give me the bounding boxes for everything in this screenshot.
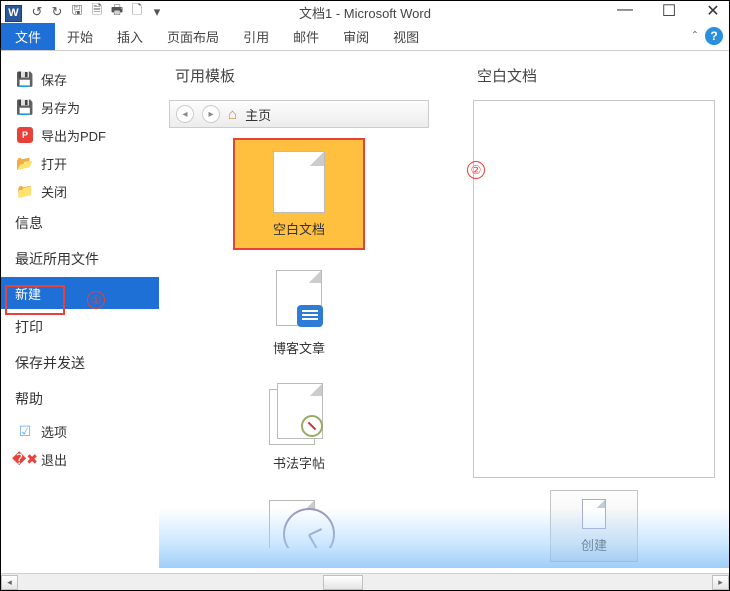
window-controls: ― ☐ ✕	[615, 1, 723, 21]
tab-insert[interactable]: 插入	[105, 23, 155, 50]
sidebar-item-label: 保存	[41, 70, 67, 89]
exit-icon: �✖	[17, 451, 33, 467]
sidebar-item-label: 另存为	[41, 98, 80, 117]
saveas-disk-icon: 💾	[17, 99, 33, 115]
sidebar-item-open[interactable]: 📂 打开	[1, 149, 159, 177]
titlebar: W ↺ ↻ 🖫 🗎 🖶 🗋 ▾ 文档1 - Microsoft Word ― ☐…	[1, 1, 729, 23]
quick-access-toolbar: ↺ ↻ 🖫 🗎 🖶 🗋 ▾	[30, 5, 164, 19]
ribbon-tabs: 文件 开始 插入 页面布局 引用 邮件 审阅 视图 ˆ ?	[1, 23, 729, 51]
template-item-recent[interactable]	[239, 496, 359, 548]
sidebar-item-label: 选项	[41, 422, 67, 441]
sidebar-item-new[interactable]: 新建	[1, 277, 159, 309]
calligraphy-thumb	[269, 381, 329, 445]
ribbon-minimize-icon[interactable]: ˆ	[693, 29, 697, 43]
app-word-icon: W	[5, 5, 22, 22]
sidebar-item-saveas[interactable]: 💾 另存为	[1, 93, 159, 121]
template-label: 博客文章	[273, 338, 325, 357]
template-item-calligraphy[interactable]: 书法字帖	[239, 381, 359, 472]
sidebar-item-send[interactable]: 保存并发送	[1, 345, 159, 381]
tab-layout[interactable]: 页面布局	[155, 23, 231, 50]
qat-dropdown-icon[interactable]: ▾	[150, 5, 164, 19]
preview-column: 空白文档 创建	[459, 51, 729, 572]
sidebar-item-options[interactable]: ☑ 选项	[1, 417, 159, 445]
clock-icon	[283, 508, 335, 548]
sidebar-item-label: 打开	[41, 154, 67, 173]
template-label: 书法字帖	[273, 453, 325, 472]
tab-home[interactable]: 开始	[55, 23, 105, 50]
sidebar-item-label: 退出	[41, 450, 67, 469]
nav-forward-button[interactable]: ▸	[202, 105, 220, 123]
undo-icon[interactable]: ↺	[30, 5, 44, 19]
blog-thumb	[269, 266, 329, 330]
template-list[interactable]: 空白文档 博客文章	[169, 138, 429, 548]
horizontal-scrollbar[interactable]: ◂ ▸	[1, 573, 729, 590]
template-item-blog[interactable]: 博客文章	[239, 266, 359, 357]
template-nav-bar: ◂ ▸ ⌂ 主页	[169, 100, 429, 128]
brush-icon	[301, 415, 323, 437]
sidebar-item-print[interactable]: 打印	[1, 309, 159, 345]
minimize-button[interactable]: ―	[615, 1, 635, 21]
scroll-right-button[interactable]: ▸	[712, 575, 729, 590]
create-button-label: 创建	[581, 535, 607, 554]
nav-home-icon[interactable]: ⌂	[228, 106, 237, 123]
sidebar-item-save[interactable]: 💾 保存	[1, 65, 159, 93]
pdf-badge-icon: P	[17, 127, 33, 143]
backstage: 💾 保存 💾 另存为 P 导出为PDF 📂 打开 📁 关闭 信息 最近所用文件 …	[1, 51, 729, 572]
maximize-button[interactable]: ☐	[659, 1, 679, 21]
help-icon[interactable]: ?	[705, 27, 723, 45]
blank-page-icon	[273, 151, 325, 213]
tab-view[interactable]: 视图	[381, 23, 431, 50]
sidebar-item-close[interactable]: 📁 关闭	[1, 177, 159, 205]
folder-open-icon: 📂	[17, 155, 33, 171]
speech-bubble-icon	[297, 305, 323, 327]
template-card-selected: 空白文档	[233, 138, 365, 250]
preview-heading: 空白文档	[473, 65, 715, 86]
tab-review[interactable]: 审阅	[331, 23, 381, 50]
tab-file[interactable]: 文件	[1, 23, 55, 50]
annotation-badge-1: ①	[87, 291, 105, 309]
close-button[interactable]: ✕	[703, 1, 723, 21]
sidebar-item-label: 关闭	[41, 182, 67, 201]
new-doc-icon	[582, 499, 606, 529]
backstage-content: 可用模板 ◂ ▸ ⌂ 主页 ② 空白文档	[159, 51, 729, 572]
sidebar-item-pdf[interactable]: P 导出为PDF	[1, 121, 159, 149]
options-icon: ☑	[17, 423, 33, 439]
annotation-badge-2: ②	[467, 161, 485, 179]
breadcrumb[interactable]: 主页	[245, 105, 271, 124]
sidebar-item-recent[interactable]: 最近所用文件	[1, 241, 159, 277]
template-label: 空白文档	[273, 219, 325, 238]
print-qat-icon[interactable]: 🖶	[110, 5, 124, 19]
printpreview-icon[interactable]: 🗋	[130, 5, 144, 19]
sidebar-item-label: 导出为PDF	[41, 126, 106, 145]
scroll-thumb[interactable]	[323, 575, 363, 590]
redo-icon[interactable]: ↻	[50, 5, 64, 19]
templates-column: 可用模板 ◂ ▸ ⌂ 主页 ② 空白文档	[159, 51, 459, 572]
tab-references[interactable]: 引用	[231, 23, 281, 50]
create-button[interactable]: 创建	[550, 490, 638, 562]
folder-close-icon: 📁	[17, 183, 33, 199]
save-icon[interactable]: 🖫	[70, 5, 84, 19]
backstage-sidebar: 💾 保存 💾 另存为 P 导出为PDF 📂 打开 📁 关闭 信息 最近所用文件 …	[1, 51, 159, 572]
sidebar-item-help[interactable]: 帮助	[1, 381, 159, 417]
recent-thumb	[269, 496, 329, 548]
template-item-blank[interactable]: 空白文档	[230, 138, 368, 250]
preview-box	[473, 100, 715, 478]
scroll-left-button[interactable]: ◂	[1, 575, 18, 590]
tab-mailings[interactable]: 邮件	[281, 23, 331, 50]
scroll-track[interactable]	[18, 575, 712, 590]
sidebar-item-label: 新建	[15, 284, 41, 303]
sidebar-item-info[interactable]: 信息	[1, 205, 159, 241]
templates-heading: 可用模板	[169, 65, 459, 86]
save-disk-icon: 💾	[17, 71, 33, 87]
sidebar-item-exit[interactable]: �✖ 退出	[1, 445, 159, 473]
saveas-qat-icon[interactable]: 🗎	[90, 5, 104, 19]
nav-back-button[interactable]: ◂	[176, 105, 194, 123]
